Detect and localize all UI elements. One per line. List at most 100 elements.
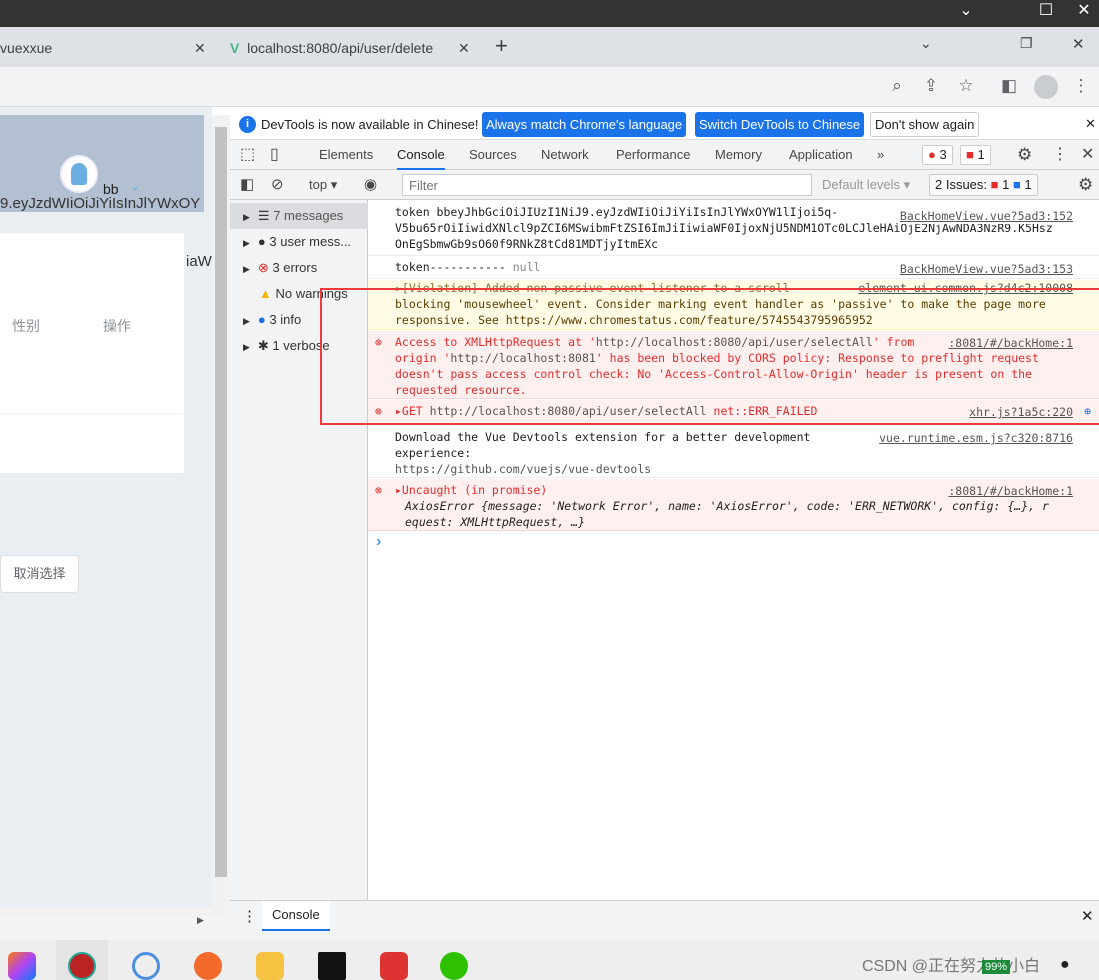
always-match-language-button[interactable]: Always match Chrome's language [482, 112, 687, 137]
issues-button[interactable]: 2 Issues: ■ 1 ■ 1 [929, 174, 1038, 196]
taskbar: CSDN @正在努力的小白 99% ● [0, 940, 1099, 980]
csdn-watermark: CSDN @正在努力的小白 [862, 958, 1041, 975]
scroll-right-arrow[interactable]: ▶ [197, 915, 204, 926]
drawer-tab-console[interactable]: Console [262, 901, 330, 931]
log-levels-dropdown[interactable]: Default levels ▾ [822, 170, 910, 200]
dont-show-again-button[interactable]: Don't show again [870, 112, 980, 137]
axios-error-object[interactable]: AxiosError {message: 'Network Error', na… [395, 498, 1099, 514]
close-drawer-icon[interactable]: ✕ [1081, 907, 1094, 925]
sidebar-item-messages[interactable]: ▶ ☰ 7 messages [230, 203, 368, 229]
console-prompt[interactable]: › [376, 533, 381, 551]
message-text: token----------- [395, 260, 506, 274]
tab-vuexxue[interactable]: vuexxue ✕ [0, 35, 215, 67]
eye-icon[interactable]: ◉ [364, 170, 377, 200]
error-icon: ⊗ [375, 483, 382, 497]
issues-label: 2 Issues: [935, 177, 988, 192]
page-header: bb ⌄ 9.eyJzdWIiOiJiYiIsInJlYWxOY [0, 115, 204, 212]
tab-localhost[interactable]: V localhost:8080/api/user/delete ✕ [230, 35, 480, 67]
profile-avatar[interactable] [1034, 75, 1058, 99]
side-panel-icon[interactable]: ◧ [998, 75, 1020, 97]
bug-icon: ✱ [257, 338, 269, 353]
intellij-icon[interactable] [8, 952, 36, 980]
sidebar-label: 3 info [269, 312, 302, 327]
settings-gear-icon[interactable]: ⚙ [1017, 140, 1032, 170]
more-options-icon[interactable]: ⋮ [1052, 140, 1068, 170]
filter-input[interactable] [402, 174, 812, 196]
error-icon: ● [928, 147, 936, 162]
source-link[interactable]: BackHomeView.vue?5ad3:152 [899, 208, 1073, 224]
drawer-menu-icon[interactable]: ⋮ [242, 907, 257, 925]
error-count-badge[interactable]: ● 3 [922, 145, 953, 165]
postman-icon[interactable] [194, 952, 222, 980]
zoom-icon[interactable]: ⌕ [886, 75, 908, 97]
tab-title: vuexxue [0, 40, 53, 56]
sidebar-item-errors[interactable]: ▶ ⊗ 3 errors [230, 255, 368, 281]
tab-console[interactable]: Console [397, 140, 445, 170]
tab-network[interactable]: Network [541, 140, 589, 170]
close-icon[interactable]: ✕ [1085, 116, 1096, 132]
issue-count: 1 [977, 147, 985, 162]
tab-sources[interactable]: Sources [469, 140, 517, 170]
cancel-selection-button[interactable]: 取消选择 [0, 555, 79, 593]
source-link[interactable]: :8081/#/backHome:1 [948, 483, 1073, 499]
source-link[interactable]: BackHomeView.vue?5ad3:153 [900, 261, 1073, 277]
user-icon: ● [257, 234, 266, 249]
console-settings-icon[interactable]: ⚙ [1078, 170, 1093, 200]
device-toolbar-icon[interactable]: ▯ [270, 140, 279, 170]
inspect-element-icon[interactable]: ⬚ [240, 140, 255, 170]
issue-count-badge[interactable]: ■ 1 [960, 145, 991, 165]
close-window-icon[interactable]: ✕ [1072, 35, 1085, 53]
redis-icon[interactable] [380, 952, 408, 980]
window-bottom [0, 932, 1099, 940]
new-tab-icon[interactable]: + [495, 33, 508, 59]
switch-to-chinese-button[interactable]: Switch DevTools to Chinese [695, 112, 865, 137]
wechat-icon[interactable] [440, 952, 468, 980]
highlight-box [320, 288, 1099, 425]
console-error-uncaught: ⊗ ▸Uncaught (in promise) AxiosError {mes… [368, 479, 1099, 531]
context-selector[interactable]: top [309, 177, 327, 192]
message-line: experience: [395, 446, 472, 460]
sidebar-item-user-messages[interactable]: ▶ ● 3 user mess... [230, 229, 368, 255]
share-icon[interactable]: ⇪ [920, 75, 942, 97]
avatar[interactable] [60, 155, 98, 193]
active-app-highlight [56, 940, 108, 980]
file-explorer-icon[interactable] [256, 952, 284, 980]
star-icon[interactable]: ☆ [955, 75, 977, 97]
clear-console-icon[interactable]: ⊘ [271, 170, 284, 200]
source-link[interactable]: vue.runtime.esm.js?c320:8716 [879, 430, 1073, 446]
horizontal-scrollbar[interactable] [0, 907, 212, 915]
vue-devtools-link[interactable]: https://github.com/vuejs/vue-devtools [395, 462, 651, 476]
page-scrollbar[interactable] [212, 115, 230, 915]
divider [0, 413, 184, 414]
list-icon: ☰ [257, 208, 270, 223]
tab-strip: vuexxue ✕ V localhost:8080/api/user/delet… [0, 27, 1099, 67]
maximize-icon[interactable]: ☐ [1028, 0, 1064, 27]
restore-icon[interactable]: ❐ [1020, 35, 1033, 52]
more-tabs-icon[interactable]: » [877, 140, 884, 170]
close-tab-icon[interactable]: ✕ [194, 35, 206, 61]
warning-icon: ▲ [259, 286, 272, 301]
tab-application[interactable]: Application [789, 140, 853, 170]
battery-indicator[interactable]: 99% [982, 960, 1011, 974]
sidebar-toggle-icon[interactable]: ◧ [240, 170, 254, 200]
menu-icon[interactable]: ⋮ [1070, 75, 1092, 97]
browser-toolbar: ⌕ ⇪ ☆ ◧ ⋮ [0, 67, 1099, 107]
close-icon[interactable]: ✕ [1066, 0, 1099, 27]
issues-error-count: 1 [1002, 177, 1010, 192]
close-tab-icon[interactable]: ✕ [458, 35, 470, 61]
devtools-language-infobar: i DevTools is now available in Chinese! … [230, 110, 1099, 140]
qq-icon[interactable]: ● [1060, 956, 1070, 974]
app-icon-rings[interactable] [132, 952, 160, 980]
close-devtools-icon[interactable]: ✕ [1081, 140, 1094, 170]
message-line: OnEgSbmwGb9sO60f9RNkZ8tCd81MDTjyItmEXc [395, 237, 659, 251]
tab-memory[interactable]: Memory [715, 140, 762, 170]
console-message-token: token bbeyJhbGciOiJIUzI1NiJ9.eyJzdWIiOiJ… [368, 204, 1099, 256]
tab-search-icon[interactable]: ⌄ [920, 35, 932, 52]
chevron-down-icon[interactable]: ⌄ [130, 179, 140, 193]
sidebar-label: 3 user mess... [269, 234, 352, 249]
chevron-down-icon[interactable]: ⌄ [948, 0, 984, 27]
axios-error-object: equest: XMLHttpRequest, …} [405, 515, 586, 529]
terminal-icon[interactable] [318, 952, 346, 980]
tab-elements[interactable]: Elements [319, 140, 373, 170]
tab-performance[interactable]: Performance [616, 140, 690, 170]
